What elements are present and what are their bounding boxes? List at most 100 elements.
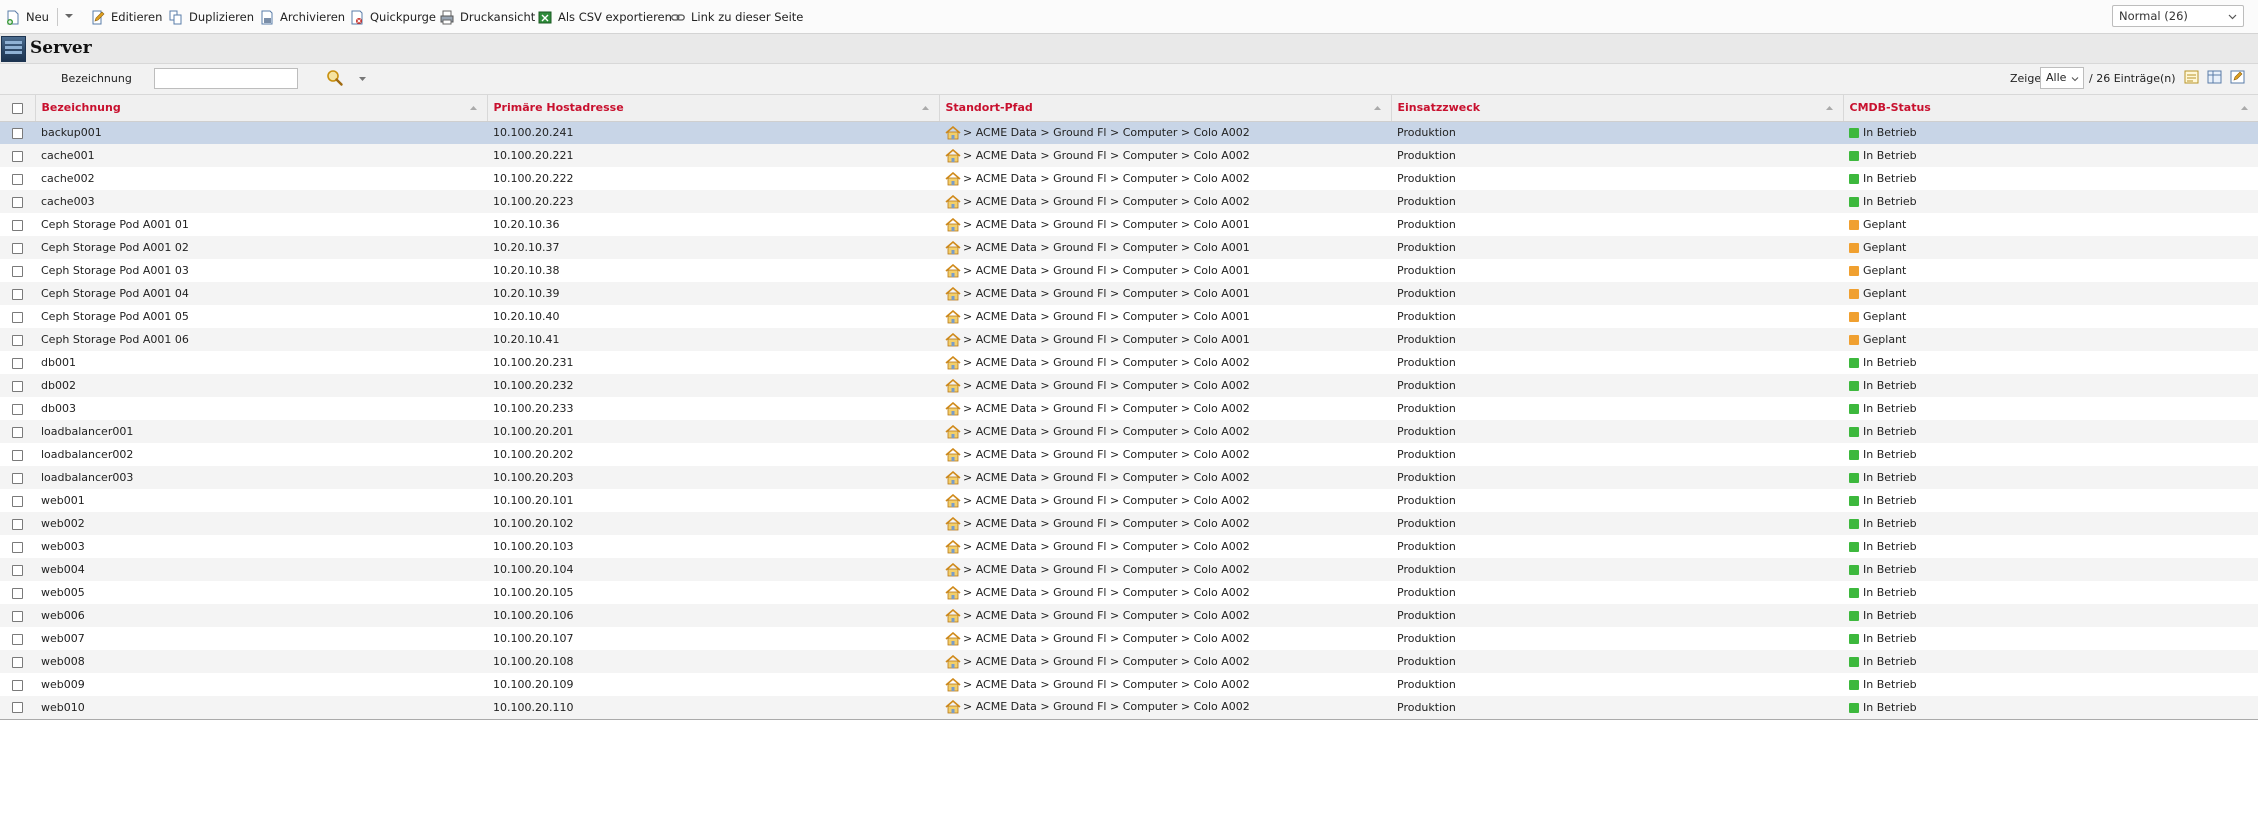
- table-row[interactable]: web004 10.100.20.104 > ACME Data > Ground …: [0, 558, 2258, 581]
- csv-export-button[interactable]: Als CSV exportieren: [538, 8, 672, 26]
- column-header-status[interactable]: CMDB-Status: [1843, 95, 2258, 122]
- column-header-location[interactable]: Standort-Pfad: [939, 95, 1392, 122]
- row-checkbox[interactable]: [12, 495, 23, 507]
- row-checkbox[interactable]: [12, 242, 23, 254]
- table-row[interactable]: loadbalancer001 10.100.20.201 > ACME Data …: [0, 420, 2258, 443]
- cell-name[interactable]: Ceph Storage Pod A001 03: [35, 259, 487, 282]
- row-checkbox[interactable]: [12, 426, 23, 438]
- cell-name[interactable]: web008: [35, 650, 487, 673]
- cell-name[interactable]: db003: [35, 397, 487, 420]
- row-checkbox[interactable]: [12, 311, 23, 323]
- row-checkbox[interactable]: [12, 472, 23, 484]
- cell-name[interactable]: web009: [35, 673, 487, 696]
- cell-name[interactable]: Ceph Storage Pod A001 01: [35, 213, 487, 236]
- table-row[interactable]: Ceph Storage Pod A001 05 10.20.10.40 > ACM…: [0, 305, 2258, 328]
- row-checkbox[interactable]: [12, 679, 23, 691]
- filter-options-arrow-icon[interactable]: [358, 75, 367, 83]
- column-header-name[interactable]: Bezeichnung: [35, 95, 488, 122]
- table-row[interactable]: web003 10.100.20.103 > ACME Data > Ground …: [0, 535, 2258, 558]
- table-row[interactable]: web010 10.100.20.110 > ACME Data > Ground …: [0, 696, 2258, 720]
- column-header-ip[interactable]: Primäre Hostadresse: [487, 95, 940, 122]
- table-row[interactable]: cache002 10.100.20.222 > ACME Data > Groun…: [0, 167, 2258, 190]
- cell-name[interactable]: Ceph Storage Pod A001 04: [35, 282, 487, 305]
- cell-name[interactable]: loadbalancer003: [35, 466, 487, 489]
- table-row[interactable]: web002 10.100.20.102 > ACME Data > Ground …: [0, 512, 2258, 535]
- cell-name[interactable]: web005: [35, 581, 487, 604]
- row-checkbox[interactable]: [12, 702, 23, 714]
- row-checkbox[interactable]: [12, 449, 23, 461]
- table-row[interactable]: db001 10.100.20.231 > ACME Data > Ground F…: [0, 351, 2258, 374]
- new-dropdown-arrow-icon[interactable]: [64, 11, 74, 21]
- view-mode-select[interactable]: Normal (26): [2112, 5, 2244, 27]
- cell-name[interactable]: web010: [35, 696, 487, 720]
- table-config-icon[interactable]: [2207, 69, 2223, 85]
- row-checkbox[interactable]: [12, 150, 23, 162]
- table-row[interactable]: web005 10.100.20.105 > ACME Data > Ground …: [0, 581, 2258, 604]
- rows-per-page-select[interactable]: Alle: [2040, 67, 2084, 89]
- table-row[interactable]: loadbalancer003 10.100.20.203 > ACME Data …: [0, 466, 2258, 489]
- cell-name[interactable]: cache002: [35, 167, 487, 190]
- row-checkbox[interactable]: [12, 564, 23, 576]
- cell-name[interactable]: web006: [35, 604, 487, 627]
- search-icon[interactable]: [326, 69, 344, 87]
- row-checkbox[interactable]: [12, 334, 23, 346]
- table-row[interactable]: loadbalancer002 10.100.20.202 > ACME Data …: [0, 443, 2258, 466]
- archive-button[interactable]: Archivieren: [260, 8, 345, 26]
- row-checkbox[interactable]: [12, 357, 23, 369]
- row-checkbox[interactable]: [12, 265, 23, 277]
- table-row[interactable]: Ceph Storage Pod A001 02 10.20.10.37 > ACM…: [0, 236, 2258, 259]
- cell-name[interactable]: loadbalancer002: [35, 443, 487, 466]
- row-checkbox[interactable]: [12, 633, 23, 645]
- filter-input[interactable]: [154, 68, 298, 89]
- table-row[interactable]: Ceph Storage Pod A001 03 10.20.10.38 > ACM…: [0, 259, 2258, 282]
- cell-name[interactable]: Ceph Storage Pod A001 05: [35, 305, 487, 328]
- row-checkbox[interactable]: [12, 288, 23, 300]
- cell-name[interactable]: web002: [35, 512, 487, 535]
- edit-button[interactable]: Editieren: [91, 8, 162, 26]
- row-checkbox[interactable]: [12, 403, 23, 415]
- cell-name[interactable]: db001: [35, 351, 487, 374]
- table-row[interactable]: web009 10.100.20.109 > ACME Data > Ground …: [0, 673, 2258, 696]
- cell-name[interactable]: db002: [35, 374, 487, 397]
- list-settings-icon[interactable]: [2230, 69, 2246, 85]
- table-row[interactable]: Ceph Storage Pod A001 06 10.20.10.41 > ACM…: [0, 328, 2258, 351]
- cell-name[interactable]: web004: [35, 558, 487, 581]
- row-checkbox[interactable]: [12, 380, 23, 392]
- table-row[interactable]: cache001 10.100.20.221 > ACME Data > Groun…: [0, 144, 2258, 167]
- table-row[interactable]: Ceph Storage Pod A001 04 10.20.10.39 > ACM…: [0, 282, 2258, 305]
- cell-name[interactable]: web003: [35, 535, 487, 558]
- row-checkbox[interactable]: [12, 610, 23, 622]
- table-row[interactable]: web006 10.100.20.106 > ACME Data > Ground …: [0, 604, 2258, 627]
- row-checkbox[interactable]: [12, 541, 23, 553]
- cell-name[interactable]: web007: [35, 627, 487, 650]
- cell-name[interactable]: backup001: [35, 121, 487, 144]
- table-row[interactable]: web008 10.100.20.108 > ACME Data > Ground …: [0, 650, 2258, 673]
- table-row[interactable]: web001 10.100.20.101 > ACME Data > Ground …: [0, 489, 2258, 512]
- cell-name[interactable]: web001: [35, 489, 487, 512]
- row-checkbox[interactable]: [12, 127, 23, 139]
- row-checkbox[interactable]: [12, 518, 23, 530]
- link-to-page-button[interactable]: Link zu dieser Seite: [671, 8, 803, 26]
- cell-name[interactable]: Ceph Storage Pod A001 06: [35, 328, 487, 351]
- table-row[interactable]: web007 10.100.20.107 > ACME Data > Ground …: [0, 627, 2258, 650]
- cell-name[interactable]: loadbalancer001: [35, 420, 487, 443]
- row-checkbox[interactable]: [12, 587, 23, 599]
- quickpurge-button[interactable]: Quickpurge: [350, 8, 436, 26]
- table-row[interactable]: backup001 10.100.20.241 > ACME Data > Grou…: [0, 121, 2258, 144]
- new-button[interactable]: Neu: [6, 8, 49, 26]
- row-checkbox[interactable]: [12, 656, 23, 668]
- table-row[interactable]: cache003 10.100.20.223 > ACME Data > Groun…: [0, 190, 2258, 213]
- row-checkbox[interactable]: [12, 219, 23, 231]
- list-edit-icon[interactable]: [2184, 69, 2200, 85]
- cell-name[interactable]: cache003: [35, 190, 487, 213]
- print-view-button[interactable]: Druckansicht: [440, 8, 535, 26]
- row-checkbox[interactable]: [12, 196, 23, 208]
- table-row[interactable]: db002 10.100.20.232 > ACME Data > Ground F…: [0, 374, 2258, 397]
- cell-name[interactable]: Ceph Storage Pod A001 02: [35, 236, 487, 259]
- row-checkbox[interactable]: [12, 173, 23, 185]
- cell-name[interactable]: cache001: [35, 144, 487, 167]
- duplicate-button[interactable]: Duplizieren: [169, 8, 254, 26]
- table-row[interactable]: db003 10.100.20.233 > ACME Data > Ground F…: [0, 397, 2258, 420]
- select-all-checkbox[interactable]: [11, 102, 23, 114]
- column-header-purpose[interactable]: Einsatzzweck: [1391, 95, 1844, 122]
